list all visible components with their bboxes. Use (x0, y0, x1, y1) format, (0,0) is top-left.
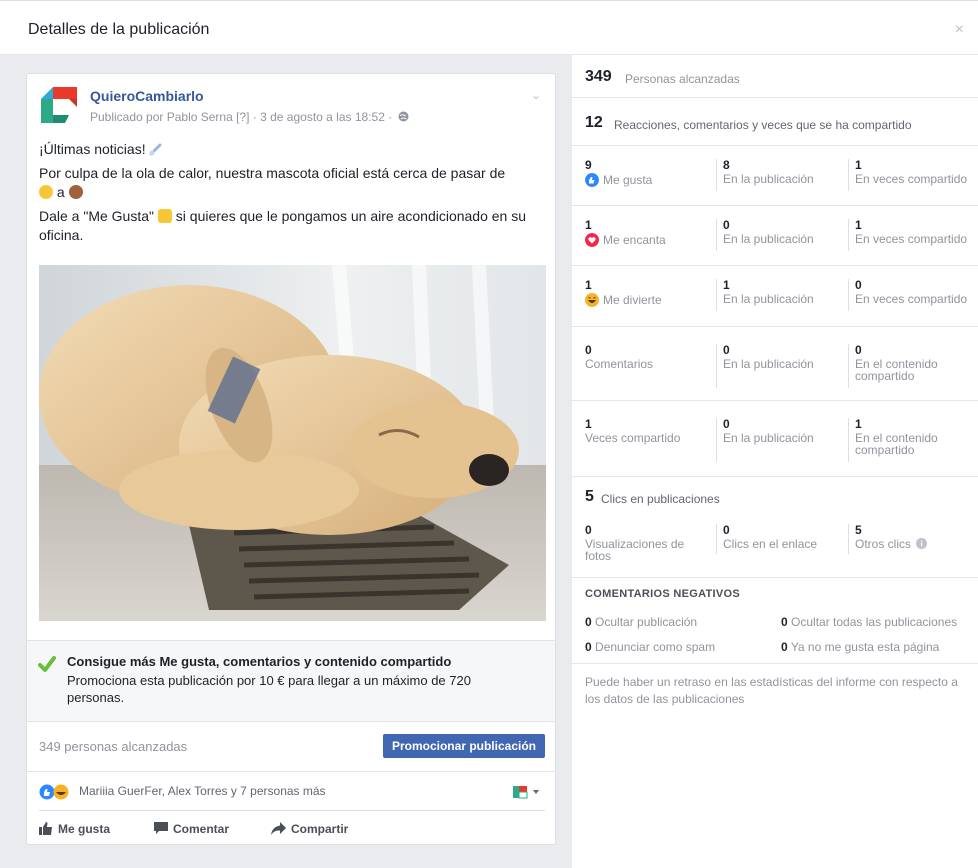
stat-likes-on-post: 8 En la publicación (723, 158, 814, 186)
stat-shares-on-shares: 1 En el contenido compartido (855, 417, 938, 457)
post-photo-sleeping-puppy[interactable] (39, 265, 546, 621)
thermometer-emoji-icon (149, 143, 162, 156)
post-line-2-connector: a (56, 184, 65, 200)
stat-row-comments: 0 Comentarios 0 En la publicación 0 En el c… (572, 327, 978, 401)
stat-row-haha: 1 Me divierte 1 En la publicación 0 En vece… (572, 266, 978, 327)
post-line-1: ¡Últimas noticias! (39, 141, 146, 157)
post-meta: Publicado por Pablo Serna [?] · 3 de ago… (90, 110, 409, 124)
like-action-button[interactable]: Me gusta (39, 822, 110, 836)
stat-row-loves: 1 Me encanta 0 En la publicación 1 En veces… (572, 206, 978, 266)
page-selector-icon[interactable] (513, 785, 543, 799)
reactors-names-link[interactable]: Mariiia GuerFer, Alex Torres y 7 persona… (79, 784, 326, 798)
reactions-row: Mariiia GuerFer, Alex Torres y 7 persona… (27, 772, 555, 810)
drumstick-emoji-icon (68, 185, 83, 199)
stat-link-clicks: 0 Clics en el enlace (723, 523, 818, 551)
promote-post-button[interactable]: Promocionar publicación (382, 734, 545, 758)
comment-action-label: Comentar (173, 822, 230, 836)
divider (716, 279, 717, 311)
stat-haha-on-post: 1 En la publicación (723, 278, 814, 306)
reach-number: 349 (585, 68, 612, 85)
post-line-3a: Dale a "Me Gusta" (39, 208, 154, 224)
globe-icon (398, 111, 409, 122)
share-icon (271, 822, 286, 835)
chevron-down-icon[interactable]: ⌄ (531, 88, 541, 102)
share-action-button[interactable]: Compartir (271, 822, 348, 836)
stat-other-clicks: 5 Otros clics (855, 524, 928, 550)
negative-feedback-title: COMENTARIOS NEGATIVOS (585, 588, 741, 600)
reach-section: 349 Personas alcanzadas (572, 55, 978, 98)
engagement-number: 12 (585, 114, 603, 131)
stat-haha-on-shares: 0 En veces compartido (855, 278, 968, 306)
divider (716, 159, 717, 191)
divider (848, 418, 849, 462)
stat-likes-total: 9 Me gusta (585, 158, 653, 187)
post-card: QuieroCambiarlo Publicado por Pablo Sern… (26, 73, 556, 845)
post-preview-panel: QuieroCambiarlo Publicado por Pablo Sern… (0, 55, 572, 868)
chick-emoji-icon (39, 185, 53, 199)
page-avatar[interactable] (39, 85, 79, 125)
reach-row: 349 personas alcanzadas Promocionar publ… (27, 722, 555, 772)
post-line-2: Por culpa de la ola de calor, nuestra ma… (39, 165, 506, 181)
divider (848, 344, 849, 388)
comment-action-button[interactable]: Comentar (154, 822, 229, 836)
promotion-banner: Consigue más Me gusta, comentarios y con… (27, 640, 555, 722)
stat-comments-on-shares: 0 En el contenido compartido (855, 343, 938, 383)
thumbs-up-emoji-icon (157, 209, 172, 223)
close-icon[interactable]: × (955, 21, 964, 39)
engagement-section: 12 Reacciones, comentarios y veces que s… (572, 98, 978, 146)
negative-feedback-section: COMENTARIOS NEGATIVOS 0 Ocultar publicac… (572, 578, 978, 664)
stat-comments-total: 0 Comentarios (585, 343, 654, 371)
stat-loves-on-shares: 1 En veces compartido (855, 218, 968, 246)
dialog-header: Detalles de la publicación × (0, 0, 978, 55)
post-meta-text: Publicado por Pablo Serna [?] · 3 de ago… (90, 110, 393, 124)
stat-loves-on-post: 0 En la publicación (723, 218, 814, 246)
thumbs-up-icon (39, 822, 52, 835)
post-actions-bar: Me gusta Comentar Compartir (39, 810, 545, 844)
promotion-title: Consigue más Me gusta, comentarios y con… (67, 654, 452, 669)
check-icon (38, 656, 56, 672)
divider (848, 159, 849, 191)
stat-report-spam: 0 Denunciar como spam (585, 640, 716, 654)
stat-haha-total: 1 Me divierte (585, 278, 662, 307)
haha-reaction-icon (585, 293, 599, 307)
dialog-title: Detalles de la publicación (28, 21, 210, 38)
divider (716, 219, 717, 251)
stat-loves-total: 1 Me encanta (585, 218, 666, 247)
divider (716, 524, 717, 554)
insights-delay-note: Puede haber un retraso en las estadístic… (585, 675, 958, 706)
reach-label: Personas alcanzadas (625, 72, 740, 86)
clicks-number: 5 (585, 488, 594, 505)
share-action-label: Compartir (291, 822, 349, 836)
stat-row-likes: 9 Me gusta 8 En la publicación 1 En veces c… (572, 146, 978, 206)
stat-unlike-page: 0 Ya no me gusta esta página (781, 640, 940, 654)
stat-likes-on-shares: 1 En veces compartido (855, 158, 968, 186)
divider (848, 524, 849, 554)
page-name-link[interactable]: QuieroCambiarlo (90, 88, 204, 104)
stat-shares-total: 1 Veces compartido (585, 417, 681, 445)
reaction-icons[interactable] (39, 784, 75, 800)
stat-row-shares: 1 Veces compartido 0 En la publicación 1 En… (572, 401, 978, 477)
love-reaction-icon (585, 233, 599, 247)
engagement-label: Reacciones, comentarios y veces que se h… (614, 118, 912, 132)
divider (848, 279, 849, 311)
divider (716, 418, 717, 462)
promotion-description: Promociona esta publicación por 10 € par… (67, 673, 471, 705)
stat-photo-views: 0 Visualizaciones de fotos (585, 523, 685, 563)
insights-panel: 349 Personas alcanzadas 12 Reacciones, c… (572, 55, 978, 868)
stat-hide-all-posts: 0 Ocultar todas las publicaciones (781, 615, 958, 629)
clicks-label: Clics en publicaciones (601, 492, 720, 506)
comment-icon (154, 822, 168, 834)
stat-shares-on-post: 0 En la publicación (723, 417, 814, 445)
divider (716, 344, 717, 388)
like-action-label: Me gusta (58, 822, 111, 836)
stat-comments-on-post: 0 En la publicación (723, 343, 814, 371)
stat-hide-post: 0 Ocultar publicación (585, 615, 698, 629)
people-reached-text: 349 personas alcanzadas (39, 739, 188, 754)
info-icon[interactable] (916, 538, 928, 549)
divider (848, 219, 849, 251)
like-reaction-icon (585, 173, 599, 187)
post-text: ¡Últimas noticias! Por culpa de la ola d… (39, 140, 549, 250)
clicks-section: 5 Clics en publicaciones 0 Visualizacione… (572, 477, 978, 578)
